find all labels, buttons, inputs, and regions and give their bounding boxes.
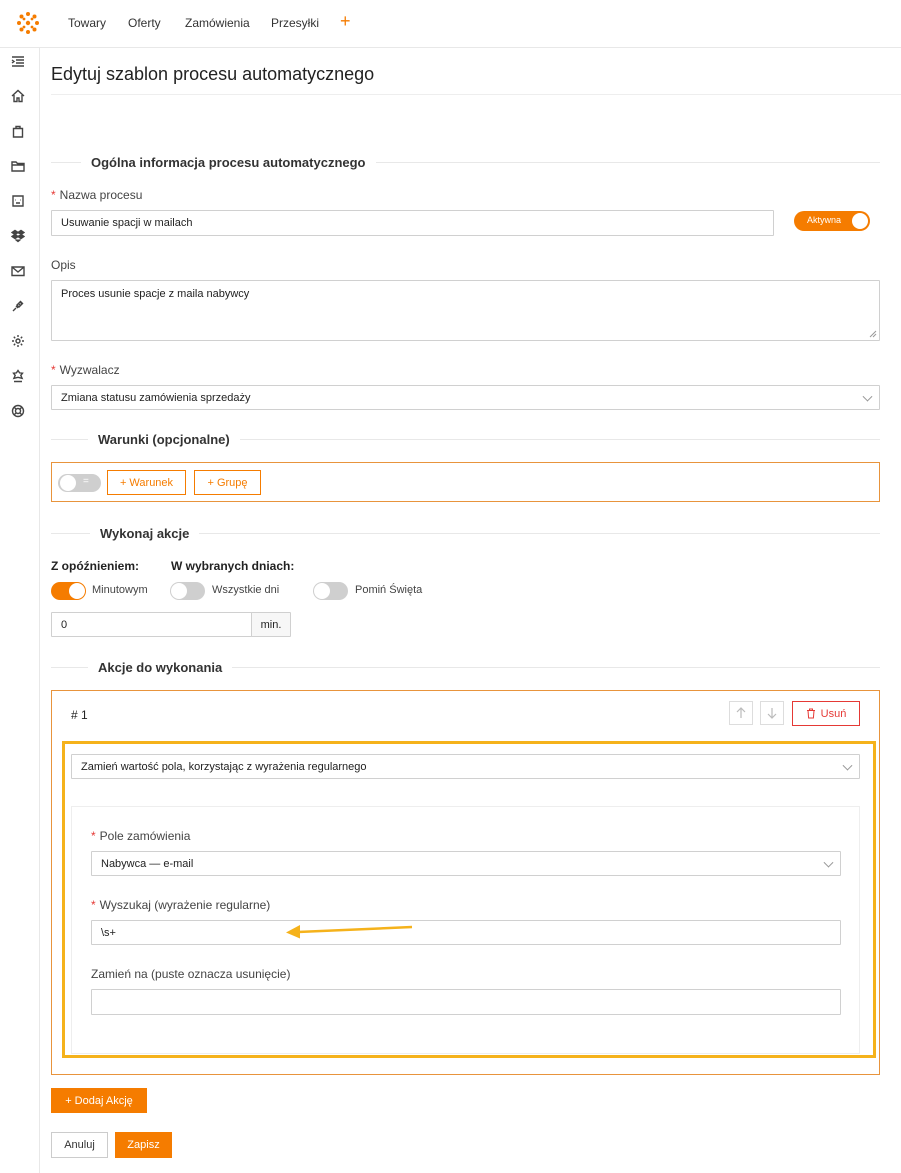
section-title-conditions: Warunki (opcjonalne) [88,432,240,447]
plug-icon[interactable] [11,299,27,315]
minute-delay-label: Minutowym [92,584,148,596]
save-button[interactable]: Zapisz [115,1132,172,1158]
resize-handle-icon[interactable] [869,330,877,338]
all-days-toggle[interactable] [170,582,205,600]
delete-action-button[interactable]: Usuń [792,701,860,726]
move-down-button[interactable] [760,701,784,725]
nav-oferty[interactable]: Oferty [128,16,161,30]
bag-icon[interactable] [11,124,27,140]
chevron-down-icon [842,760,853,771]
delay-unit-addon: min. [251,612,291,637]
folder-icon[interactable] [11,159,27,175]
days-label: W wybranych dniach: [171,559,295,573]
replace-with-input[interactable] [91,989,841,1015]
action-config-panel: * Pole zamówienia Nabywca — e-mail * Wyszu… [71,806,860,1054]
field-label: * Pole zamówienia [91,829,191,843]
sidebar [0,48,40,1173]
order-field-select[interactable]: Nabywca — e-mail [91,851,841,876]
title-divider [51,94,901,95]
process-name-input[interactable]: Usuwanie spacji w mailach [51,210,774,236]
add-action-button[interactable]: + Dodaj Akcję [51,1088,147,1113]
operator-symbol: = [83,476,89,487]
arrow-up-icon [736,707,746,718]
regex-search-value: \s+ [101,926,116,939]
delay-minutes-input[interactable]: 0 [51,612,252,637]
active-toggle-label: Aktywna [807,215,842,225]
required-asterisk: * [91,898,96,912]
chevron-down-icon [862,391,873,402]
settings-icon[interactable] [11,334,27,350]
order-field-value: Nabywca — e-mail [101,857,194,870]
toggle-knob [852,213,868,229]
action-card: # 1 Usuń Zamień wartość pola, korzystają… [51,690,880,1075]
trigger-select[interactable]: Zmiana statusu zamówienia sprzedaży [51,385,880,410]
description-value: Proces usunie spacje z maila nabywcy [61,288,250,300]
trigger-value: Zmiana statusu zamówienia sprzedaży [61,391,251,404]
condition-operator-toggle[interactable]: = [58,474,101,492]
action-type-select[interactable]: Zamień wartość pola, korzystając z wyraż… [71,754,860,779]
required-asterisk: * [91,829,96,843]
section-title-execute: Wykonaj akcje [90,526,200,541]
delay-minutes-value: 0 [61,618,68,631]
trigger-label: * Wyzwalacz [51,363,120,377]
conditions-box: = + Warunek + Grupę [51,462,880,502]
delay-label: Z opóźnieniem: [51,559,139,573]
toggle-knob [60,475,76,491]
nav-add-button[interactable]: + [340,11,351,32]
arrow-left-icon [286,925,413,939]
nav-zamowienia[interactable]: Zamówienia [185,16,250,30]
chevron-down-icon [823,857,834,868]
action-number: # 1 [71,708,88,722]
name-label: * Nazwa procesu [51,188,143,202]
add-group-button[interactable]: + Grupę [194,470,261,495]
toggle-knob [69,583,85,599]
skip-holidays-label: Pomiń Święta [355,584,423,596]
logo-icon[interactable] [14,9,42,37]
required-asterisk: * [51,363,56,377]
delay-unit-label: min. [260,618,282,631]
toggle-knob [314,583,330,599]
mail-icon[interactable] [11,264,27,280]
menu-collapse-icon[interactable] [11,54,27,70]
description-textarea[interactable]: Proces usunie spacje z maila nabywcy [51,280,880,341]
skip-holidays-toggle[interactable] [313,582,348,600]
section-title-actions: Akcje do wykonania [88,660,233,675]
active-toggle[interactable]: Aktywna [794,211,870,231]
process-name-value: Usuwanie spacji w mailach [61,217,193,229]
top-bar: Towary Oferty Zamówienia Przesyłki + [0,0,901,48]
desc-label: Opis [51,258,76,272]
trash-icon [806,708,815,719]
dropbox-icon[interactable] [10,229,27,245]
all-days-label: Wszystkie dni [212,584,280,596]
cancel-button[interactable]: Anuluj [51,1132,108,1158]
search-label: * Wyszukaj (wyrażenie regularne) [91,898,271,912]
required-asterisk: * [51,188,56,202]
replace-label: Zamień na (puste oznacza usunięcie) [91,967,291,981]
action-type-value: Zamień wartość pola, korzystając z wyraż… [81,760,367,773]
arrow-down-icon [767,708,777,719]
regex-search-input[interactable]: \s+ [91,920,841,945]
badge-icon[interactable] [11,369,27,385]
page-title: Edytuj szablon procesu automatycznego [51,64,375,84]
inbox-icon[interactable] [11,194,27,210]
nav-przesylki[interactable]: Przesyłki [271,16,319,30]
lifebuoy-icon[interactable] [11,404,27,420]
add-condition-button[interactable]: + Warunek [107,470,186,495]
move-up-button[interactable] [729,701,753,725]
delete-action-label: Usuń [820,707,847,720]
minute-delay-toggle[interactable] [51,582,86,600]
toggle-knob [171,583,187,599]
home-icon[interactable] [11,89,27,105]
section-title-general: Ogólna informacja procesu automatycznego [81,155,376,170]
nav-towary[interactable]: Towary [68,16,106,30]
